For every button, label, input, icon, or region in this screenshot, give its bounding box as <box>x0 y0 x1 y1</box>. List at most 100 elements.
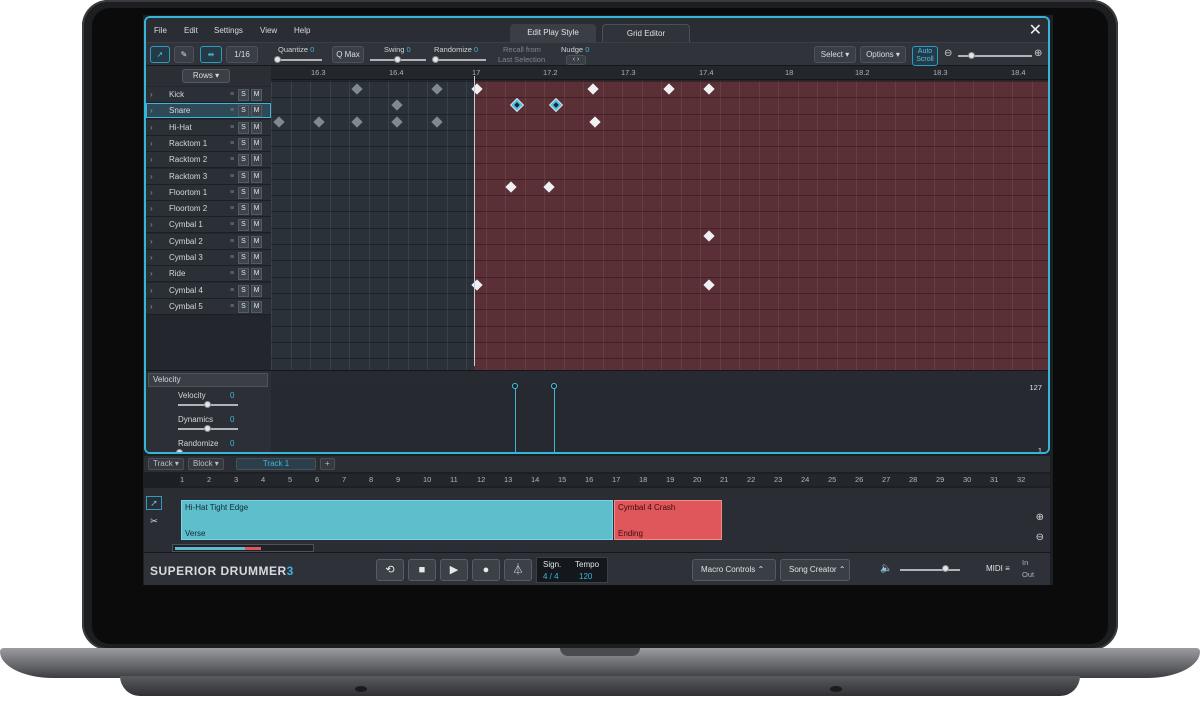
clip-cymbal[interactable]: Cymbal 4 Crash Ending <box>614 500 722 540</box>
chevron-right-icon[interactable]: › <box>150 302 153 311</box>
chevron-right-icon[interactable]: › <box>150 269 153 278</box>
note-grid[interactable] <box>271 81 1048 371</box>
instrument-row[interactable]: › Racktom 3 ≡ S M <box>146 168 271 185</box>
instrument-row[interactable]: › Floortom 1 ≡ S M <box>146 184 271 201</box>
instrument-row[interactable]: › Cymbal 4 ≡ S M <box>146 282 271 299</box>
scissors-tool-icon[interactable]: ✂ <box>146 516 162 530</box>
tab-grid-editor[interactable]: Grid Editor <box>602 24 690 42</box>
macro-controls-button[interactable]: Macro Controls ⌃ <box>692 559 776 581</box>
chevron-right-icon[interactable]: › <box>150 204 153 213</box>
block-pill[interactable]: Block ▾ <box>188 458 224 470</box>
menu-view[interactable]: View <box>260 26 277 35</box>
randomize-knob[interactable] <box>432 56 439 63</box>
mute-button[interactable]: M <box>251 121 262 134</box>
note-hit[interactable] <box>391 99 403 111</box>
menu-lines-icon[interactable]: ≡ <box>230 287 234 294</box>
menu-lines-icon[interactable]: ≡ <box>230 156 234 163</box>
instrument-row[interactable]: › Racktom 1 ≡ S M <box>146 135 271 152</box>
solo-button[interactable]: S <box>238 137 249 150</box>
instrument-row[interactable]: › Hi-Hat ≡ S M <box>146 119 271 136</box>
dynamics-knob[interactable] <box>204 425 211 432</box>
menu-edit[interactable]: Edit <box>184 26 198 35</box>
chevron-right-icon[interactable]: › <box>150 188 153 197</box>
menu-help[interactable]: Help <box>294 26 310 35</box>
close-icon[interactable]: ✕ <box>1029 20 1042 40</box>
mute-button[interactable]: M <box>251 203 262 216</box>
chevron-right-icon[interactable]: › <box>150 172 153 181</box>
zoom-in-icon[interactable]: ⊕ <box>1034 48 1042 59</box>
instrument-row[interactable]: › Cymbal 5 ≡ S M <box>146 298 271 315</box>
instrument-row[interactable]: › Snare ≡ S M <box>146 103 271 120</box>
quantize-slider[interactable] <box>276 59 322 61</box>
randomize-slider[interactable] <box>434 59 486 61</box>
chevron-right-icon[interactable]: › <box>150 155 153 164</box>
menu-lines-icon[interactable]: ≡ <box>230 173 234 180</box>
solo-button[interactable]: S <box>238 186 249 199</box>
swing-knob[interactable] <box>394 56 401 63</box>
nudge-arrows-icon[interactable]: ‹ › <box>566 55 586 65</box>
record-icon[interactable]: ● <box>472 559 500 581</box>
instrument-row[interactable]: › Cymbal 3 ≡ S M <box>146 250 271 266</box>
solo-button[interactable]: S <box>238 284 249 297</box>
note-hit[interactable] <box>431 115 443 128</box>
chevron-right-icon[interactable]: › <box>150 90 153 99</box>
velocity-handle[interactable] <box>551 383 557 389</box>
volume-slider[interactable] <box>900 569 960 571</box>
recall-line-1[interactable]: Recall from <box>503 45 541 54</box>
solo-button[interactable]: S <box>238 89 249 101</box>
note-hit[interactable] <box>391 115 403 128</box>
zoom-knob[interactable] <box>968 52 975 59</box>
add-track-button[interactable]: + <box>320 458 335 470</box>
song-creator-button[interactable]: Song Creator ⌃ <box>780 559 850 581</box>
instrument-row[interactable]: › Racktom 2 ≡ S M <box>146 152 271 169</box>
chevron-right-icon[interactable]: › <box>150 286 153 295</box>
playhead[interactable] <box>474 76 475 366</box>
chevron-right-icon[interactable]: › <box>150 220 153 229</box>
chevron-right-icon[interactable]: › <box>150 237 153 246</box>
rows-dropdown[interactable]: Rows ▾ <box>182 69 230 83</box>
solo-button[interactable]: S <box>238 252 249 264</box>
song-zoom-in-icon[interactable]: ⊕ <box>1036 512 1044 523</box>
mute-button[interactable]: M <box>251 284 262 297</box>
clip-hihat[interactable]: Hi-Hat Tight Edge Verse <box>181 500 613 540</box>
grid-ruler[interactable]: 16.3 16.4 17 17.2 17.3 17.4 18 18.2 18.3… <box>271 66 1048 80</box>
instrument-row[interactable]: › Floortom 2 ≡ S M <box>146 201 271 218</box>
menu-lines-icon[interactable]: ≡ <box>230 107 234 114</box>
note-hit[interactable] <box>313 115 325 128</box>
mute-button[interactable]: M <box>251 105 262 118</box>
mute-button[interactable]: M <box>251 252 262 264</box>
velocity-handle[interactable] <box>512 383 518 389</box>
menu-lines-icon[interactable]: ≡ <box>230 205 234 212</box>
song-scrollbar[interactable] <box>172 544 314 552</box>
volume-knob[interactable] <box>942 565 949 572</box>
pointer-tool-icon[interactable]: ➚ <box>146 496 162 510</box>
draw-tool-icon[interactable]: ✎ <box>174 46 194 63</box>
mute-button[interactable]: M <box>251 154 262 167</box>
options-dropdown[interactable]: Options ▾ <box>860 46 906 63</box>
split-tool-icon[interactable]: ⇹ <box>200 46 222 63</box>
solo-button[interactable]: S <box>238 235 249 248</box>
velocity-knob[interactable] <box>204 401 211 408</box>
mute-button[interactable]: M <box>251 170 262 183</box>
recall-line-2[interactable]: Last Selection <box>498 55 545 64</box>
volume-icon[interactable]: 🔈 <box>880 563 892 574</box>
menu-lines-icon[interactable]: ≡ <box>230 238 234 245</box>
solo-button[interactable]: S <box>238 170 249 183</box>
track-name-tab[interactable]: Track 1 <box>236 458 316 470</box>
select-dropdown[interactable]: Select ▾ <box>814 46 856 63</box>
menu-lines-icon[interactable]: ≡ <box>230 254 234 261</box>
mute-button[interactable]: M <box>251 235 262 248</box>
velocity-stem[interactable] <box>554 385 555 452</box>
song-lane[interactable]: ➚ ✂ Hi-Hat Tight Edge Verse Cymbal 4 Cra… <box>144 488 1050 558</box>
menu-lines-icon[interactable]: ≡ <box>230 140 234 147</box>
velocity-stem[interactable] <box>515 385 516 452</box>
qmax-button[interactable]: Q Max <box>332 46 364 63</box>
vel-randomize-slider[interactable] <box>178 452 238 454</box>
menu-lines-icon[interactable]: ≡ <box>230 91 234 98</box>
menu-file[interactable]: File <box>154 26 167 35</box>
song-ruler[interactable]: 1 2 3 4 5 6 7 8 9 10 11 12 13 14 15 16 17 18 19 20 21 22 23 24 2… <box>180 474 1050 486</box>
select-tool-icon[interactable]: ➚ <box>150 46 170 63</box>
solo-button[interactable]: S <box>238 203 249 216</box>
note-hit[interactable] <box>273 115 285 128</box>
velocity-lane[interactable]: 127 1 <box>271 383 1048 452</box>
